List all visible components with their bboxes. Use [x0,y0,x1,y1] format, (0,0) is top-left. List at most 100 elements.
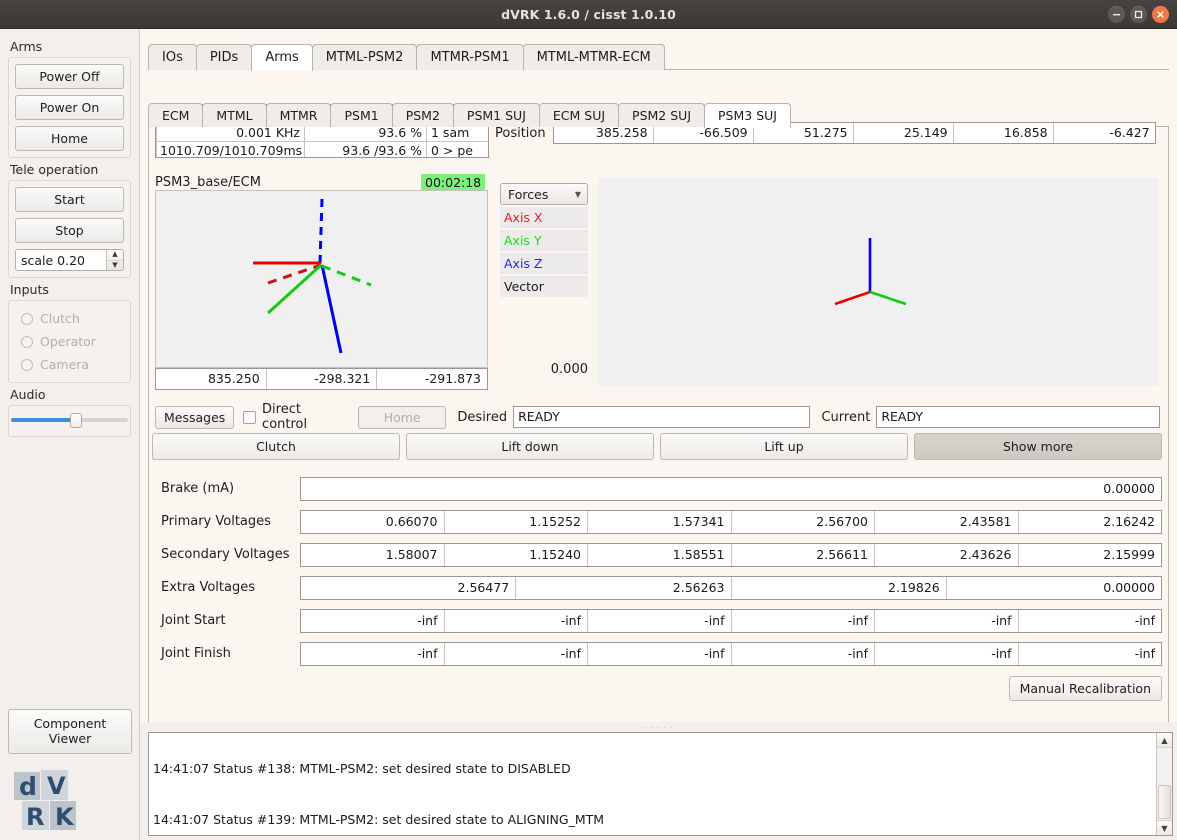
inputs-group: Clutch Operator Camera [8,300,131,383]
elapsed-timer-badge: 00:02:18 [421,174,486,191]
inputs-group-title: Inputs [10,282,49,297]
power-off-button[interactable]: Power Off [15,64,124,89]
tab-psm2[interactable]: PSM2 [391,103,454,127]
scrollbar-thumb[interactable] [1158,785,1171,819]
secondary-voltage-5: 2.15999 [1103,546,1155,562]
joint-finish-0: -inf [301,642,445,665]
log-lines: 14:41:07 Status #138: MTML-PSM2: set des… [153,733,622,835]
component-viewer-button[interactable]: Component Viewer [8,708,132,754]
tab-mtml-psm2[interactable]: MTML-PSM2 [311,44,418,70]
legend-axis-z: Axis Z [500,253,588,274]
radio-icon [21,358,33,371]
joint-finish-1: -inf [445,642,588,665]
joint-start-1: -inf [445,609,588,632]
spinner-down-icon[interactable]: ▼ [107,261,123,271]
teleop-start-button[interactable]: Start [15,187,124,212]
row-joint-finish: Joint Finish -inf -inf -inf -inf -inf -i… [152,637,1162,670]
view3d-right-canvas[interactable] [598,178,1158,386]
timing-overruns: 0 > pe [426,141,488,157]
close-icon[interactable] [1152,6,1169,23]
lift-down-button[interactable]: Lift down [406,433,654,460]
log-scrollbar[interactable]: ▲ ▼ [1156,733,1172,835]
extra-voltage-0: 2.56477 [301,576,517,599]
direct-control-label: Direct control [262,402,308,432]
lift-up-button[interactable]: Lift up [660,433,908,460]
primary-voltage-2: 1.57341 [588,510,732,533]
input-clutch-label: Clutch [40,311,80,326]
sidebar: Arms Power Off Power On Home Tele operat… [0,29,140,840]
tab-psm3-suj[interactable]: PSM3 SUJ [704,103,791,128]
slider-handle[interactable] [69,413,82,428]
view3d-left-values: 835.250 -298.321 -291.873 [155,368,488,390]
scroll-up-icon[interactable]: ▲ [1157,733,1172,748]
position-value-3: 25.149 [854,123,954,143]
joint-finish-3: -inf [732,642,875,665]
volume-slider[interactable] [11,410,128,428]
tab-ecm[interactable]: ECM [148,103,204,127]
scroll-down-icon[interactable]: ▼ [1157,820,1172,835]
extra-voltage-2: 2.19826 [732,576,947,599]
maximize-icon[interactable] [1130,6,1147,23]
input-operator-label: Operator [40,334,96,349]
joint-start-3: -inf [732,609,875,632]
desired-state-field[interactable]: READY [513,406,811,428]
measurements-section: Brake (mA) 0.00000 Primary Voltages 0.66… [152,472,1162,670]
joint-finish-2: -inf [588,642,732,665]
secondary-voltage-0: 1.58007 [301,543,445,566]
tab-pids[interactable]: PIDs [195,44,253,70]
row-brake: Brake (mA) 0.00000 [152,472,1162,505]
chevron-down-icon: ▼ [574,189,581,199]
input-clutch: Clutch [15,307,124,330]
row-secondary-voltages-label: Secondary Voltages [161,547,290,562]
timing-minmax: 1010.709/1010.709ms [156,141,305,157]
tab-mtmr[interactable]: MTMR [265,103,332,127]
log-output[interactable]: 14:41:07 Status #138: MTML-PSM2: set des… [148,732,1173,836]
tab-mtmr-psm1[interactable]: MTMR-PSM1 [416,44,524,70]
component-viewer-label-line1: Component [33,715,107,731]
spinner-arrows[interactable]: ▲ ▼ [106,250,123,270]
component-viewer-label-line2: Viewer [48,731,92,747]
tab-ios[interactable]: IOs [148,44,197,70]
show-more-button[interactable]: Show more [914,433,1162,460]
log-line-1: 14:41:07 Status #139: MTML-PSM2: set des… [153,812,605,827]
tab-mtml[interactable]: MTML [202,103,267,127]
tab-mtml-mtmr-ecm[interactable]: MTML-MTMR-ECM [522,44,665,70]
tab-psm1-suj[interactable]: PSM1 SUJ [452,103,540,127]
power-on-button[interactable]: Power On [15,95,124,120]
current-label: Current [821,409,871,425]
home-state-button: Home [358,405,447,429]
tab-arms[interactable]: Arms [251,44,313,71]
position-label: Position [495,125,546,141]
tab-ecm-suj[interactable]: ECM SUJ [538,103,620,127]
view3d-value-1: -298.321 [267,369,378,389]
row-joint-finish-label: Joint Finish [161,646,231,661]
svg-text:V: V [47,772,66,800]
legend-vector: Vector [500,276,588,297]
tab-psm1[interactable]: PSM1 [330,103,393,127]
primary-voltage-0: 0.66070 [301,510,445,533]
legend-axis-y: Axis Y [500,230,588,251]
view3d-left-canvas[interactable] [155,190,488,368]
panel-splitter[interactable]: · · · · · [140,722,1177,732]
teleop-stop-button[interactable]: Stop [15,218,124,243]
direct-control-checkbox[interactable] [243,410,257,424]
clutch-button[interactable]: Clutch [152,433,400,460]
desired-label: Desired [457,409,508,425]
home-button[interactable]: Home [15,126,124,151]
svg-text:K: K [55,803,75,831]
manual-recalibration-button[interactable]: Manual Recalibration [1008,676,1162,701]
radio-icon [21,335,33,348]
messages-button[interactable]: Messages [155,405,235,429]
position-value-5: -6.427 [1109,125,1150,140]
tab-psm2-suj[interactable]: PSM2 SUJ [618,103,706,127]
row-joint-start-fields: -inf -inf -inf -inf -inf -inf [300,608,1162,633]
scale-spinbox[interactable]: scale 0.20 ▲ ▼ [15,249,124,271]
forces-dropdown[interactable]: Forces ▼ [500,183,588,205]
secondary-voltage-4: 2.43626 [875,543,1019,566]
log-panel: 14:41:07 Status #138: MTML-PSM2: set des… [140,729,1177,840]
forces-scale-value: 0.000 [550,362,588,377]
minimize-icon[interactable] [1108,6,1125,23]
spinner-up-icon[interactable]: ▲ [107,250,123,261]
row-secondary-voltages-fields: 1.58007 1.15240 1.58551 2.56611 2.43626 … [300,542,1162,567]
row-secondary-voltages: Secondary Voltages 1.58007 1.15240 1.585… [152,538,1162,571]
